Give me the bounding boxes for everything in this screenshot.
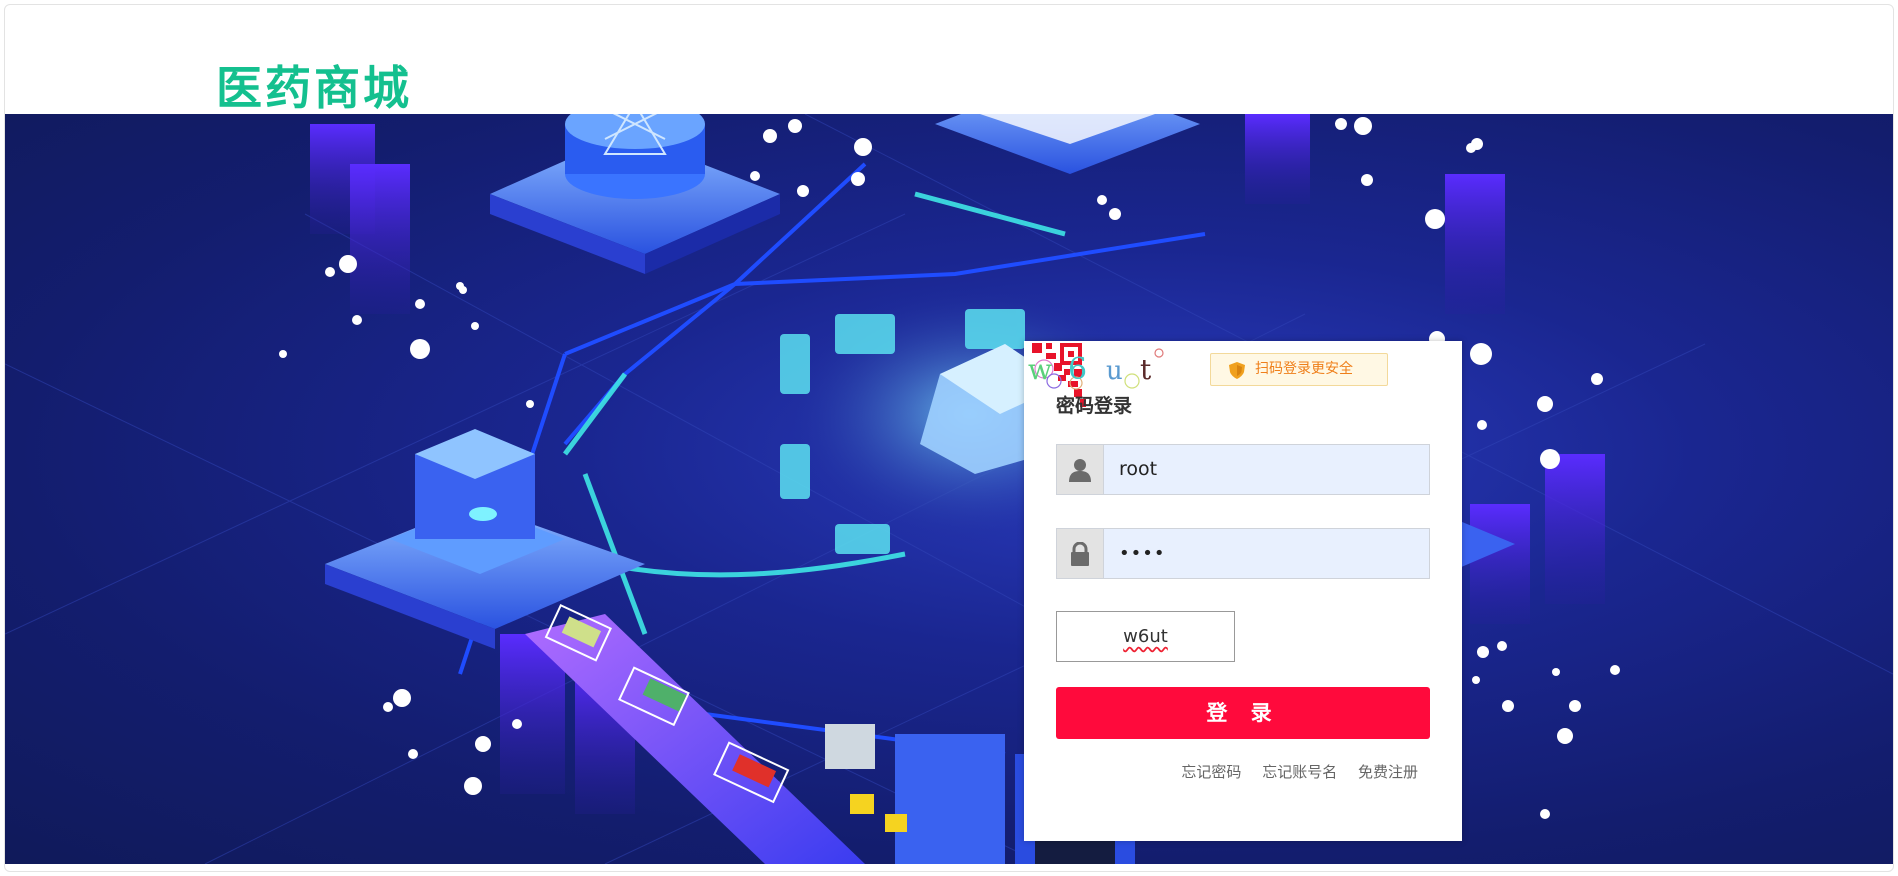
forgot-account-link[interactable]: 忘记账号名 [1262,763,1337,781]
username-icon-box [1057,445,1104,494]
captcha-char-4: t [1140,353,1152,386]
forgot-password-link[interactable]: 忘记密码 [1181,763,1241,781]
login-panel: 扫码登录更安全 密码登录 root •••• w6ut w 6 u t 登 录 … [1024,341,1462,841]
captcha-image[interactable]: w 6 u t [1024,341,1174,393]
login-button[interactable]: 登 录 [1056,687,1430,739]
captcha-char-1: w [1028,353,1052,386]
qr-tip-text: 扫码登录更安全 [1255,361,1353,377]
username-field[interactable]: root [1056,444,1430,495]
username-value: root [1119,458,1158,480]
login-title: 密码登录 [1056,395,1133,417]
hero-banner: 扫码登录更安全 密码登录 root •••• w6ut w 6 u t 登 录 … [5,114,1893,864]
password-icon-box [1057,529,1104,578]
captcha-char-2: 6 [1068,352,1087,387]
captcha-input-value: w6ut [1123,626,1168,647]
captcha-input[interactable]: w6ut [1056,611,1235,662]
shield-icon [1229,362,1245,379]
user-icon [1069,459,1091,482]
password-value: •••• [1119,543,1166,564]
captcha-char-3: u [1106,356,1123,386]
login-links: 忘记密码 忘记账号名 免费注册 [1165,761,1418,782]
register-link[interactable]: 免费注册 [1358,763,1418,781]
brand-logo[interactable]: 医药商城 [216,52,412,118]
password-field[interactable]: •••• [1056,528,1430,579]
qr-login-tip[interactable]: 扫码登录更安全 [1210,353,1388,386]
lock-icon [1071,542,1089,566]
hero-illustration [5,114,1893,864]
